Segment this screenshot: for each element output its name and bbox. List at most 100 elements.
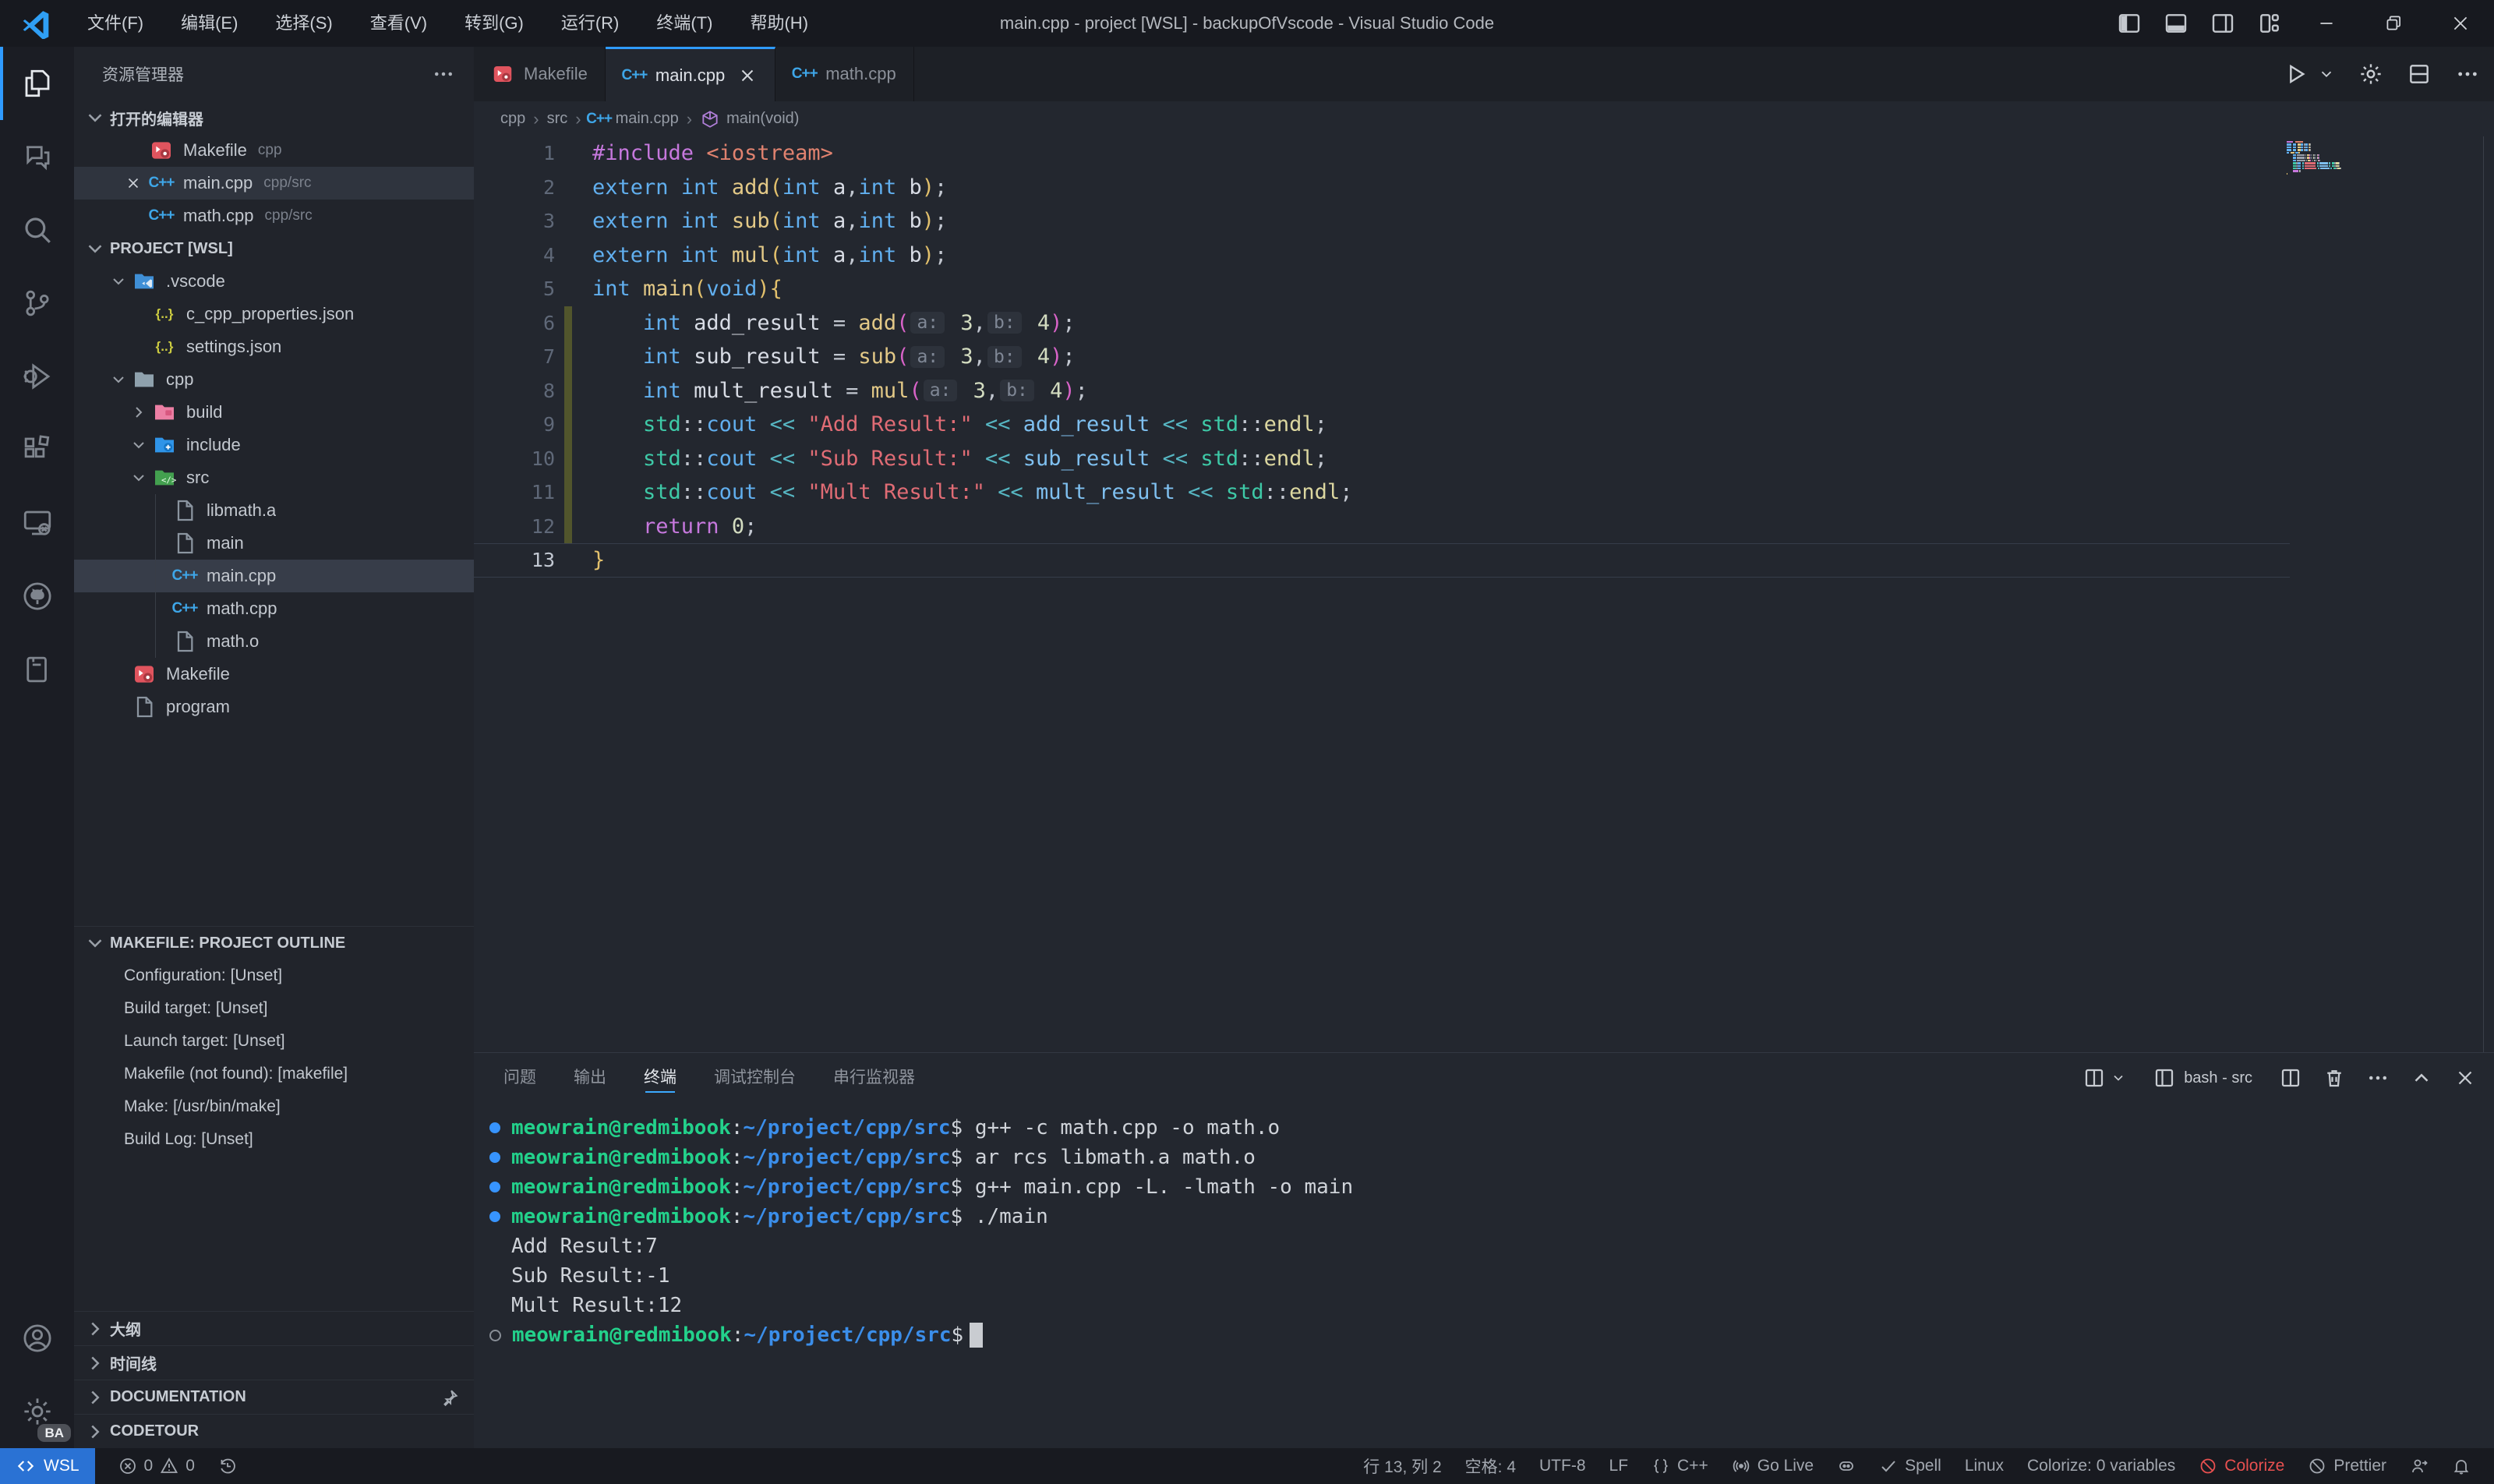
terminal-tab-icon[interactable]	[2153, 1066, 2176, 1090]
tree-item-main.cpp[interactable]: C++main.cpp	[74, 560, 474, 592]
menu-item-H[interactable]: 帮助(H)	[731, 0, 827, 47]
panel-more-actions-icon[interactable]	[2366, 1066, 2390, 1090]
toggle-panel-icon[interactable]	[2164, 11, 2188, 36]
command-decoration-filled[interactable]	[489, 1182, 500, 1192]
code-editor[interactable]: 1#include <iostream>2extern int add(int …	[474, 136, 2494, 1052]
code-line[interactable]: 4extern int mul(int a,int b);	[474, 238, 2494, 273]
panel-tab-串行监视器[interactable]: 串行监视器	[833, 1053, 915, 1103]
minimize-button[interactable]	[2293, 0, 2360, 47]
close-tab-icon[interactable]	[737, 65, 758, 86]
activity-bar-remote-explorer[interactable]	[0, 486, 74, 560]
remote-indicator[interactable]: WSL	[0, 1448, 95, 1484]
breadcrumb-item[interactable]: cpp	[500, 110, 525, 128]
open-editor-item[interactable]: C++main.cppcpp/src	[74, 167, 474, 200]
status-feedback[interactable]	[2410, 1457, 2429, 1475]
tree-item-math.o[interactable]: math.o	[74, 625, 474, 658]
tree-item-build[interactable]: build	[74, 396, 474, 429]
tree-item-main[interactable]: main	[74, 527, 474, 560]
kill-terminal-icon[interactable]	[2323, 1066, 2346, 1090]
timeline-restore-indicator[interactable]	[218, 1457, 237, 1475]
panel-tab-输出[interactable]: 输出	[574, 1053, 606, 1103]
activity-bar-github[interactable]	[0, 560, 74, 633]
activity-bar-account[interactable]	[0, 1302, 74, 1375]
menu-item-E[interactable]: 编辑(E)	[162, 0, 256, 47]
tab-Makefile[interactable]: Makefile	[474, 47, 606, 101]
panel-tab-调试控制台[interactable]: 调试控制台	[714, 1053, 796, 1103]
tree-item-c_cpp_properties.json[interactable]: {..}c_cpp_properties.json	[74, 298, 474, 330]
code-line[interactable]: 3extern int sub(int a,int b);	[474, 204, 2494, 238]
restore-button[interactable]	[2360, 0, 2427, 47]
status-cursor-position[interactable]: 行 13, 列 2	[1363, 1454, 1441, 1478]
tree-item-.vscode[interactable]: .vscode	[74, 265, 474, 298]
tree-item-src[interactable]: </>src	[74, 461, 474, 494]
command-decoration-filled[interactable]	[489, 1211, 500, 1222]
toggle-secondary-sidebar-icon[interactable]	[2210, 11, 2235, 36]
tree-item-math.cpp[interactable]: C++math.cpp	[74, 592, 474, 625]
code-line[interactable]: 13}	[474, 543, 2494, 578]
code-line[interactable]: 9 std::cout << "Add Result:" << add_resu…	[474, 408, 2494, 442]
code-line[interactable]: 2extern int add(int a,int b);	[474, 171, 2494, 205]
status-encoding[interactable]: UTF-8	[1539, 1457, 1586, 1475]
close-editor-icon[interactable]	[118, 167, 149, 200]
tab-math.cpp[interactable]: C++math.cpp	[775, 47, 914, 101]
outline-item[interactable]: Build Log: [Unset]	[74, 1123, 474, 1156]
status-eol[interactable]: LF	[1609, 1457, 1629, 1475]
menu-item-S[interactable]: 选择(S)	[256, 0, 351, 47]
maximize-panel-icon[interactable]	[2410, 1066, 2433, 1090]
close-panel-icon[interactable]	[2453, 1066, 2477, 1090]
split-terminal-icon[interactable]	[2082, 1066, 2106, 1090]
activity-bar-settings[interactable]: BA	[0, 1375, 74, 1448]
tree-item-Makefile[interactable]: Makefile	[74, 658, 474, 691]
open-editor-item[interactable]: Makefilecpp	[74, 134, 474, 167]
activity-bar-explorer[interactable]	[0, 47, 74, 120]
breadcrumb-item[interactable]: main(void)	[726, 110, 799, 128]
code-line[interactable]: 1#include <iostream>	[474, 136, 2494, 171]
code-line[interactable]: 12 return 0;	[474, 510, 2494, 544]
menu-item-T[interactable]: 终端(T)	[638, 0, 731, 47]
pin-icon[interactable]	[440, 1387, 460, 1408]
tab-main.cpp[interactable]: C++main.cpp	[606, 47, 775, 101]
command-decoration-hollow[interactable]	[489, 1330, 501, 1341]
split-pane-icon[interactable]	[2279, 1066, 2302, 1090]
panel-tab-终端[interactable]: 终端	[644, 1053, 676, 1103]
status-spell[interactable]: Spell	[1879, 1457, 1941, 1475]
command-decoration-filled[interactable]	[489, 1122, 500, 1133]
activity-bar-search[interactable]	[0, 193, 74, 267]
open-editors-section-header[interactable]: 打开的编辑器	[74, 101, 474, 134]
sidebar-section-[interactable]: 时间线	[74, 1345, 474, 1380]
problems-indicator[interactable]: 0 0	[118, 1457, 195, 1475]
toggle-primary-sidebar-icon[interactable]	[2117, 11, 2142, 36]
terminal[interactable]: meowrain@redmibook:~/project/cpp/src$ g+…	[486, 1113, 2478, 1448]
run-dropdown-chevron-icon[interactable]	[2318, 65, 2335, 83]
tree-item-program[interactable]: program	[74, 691, 474, 723]
code-line[interactable]: 8 int mult_result = mul(a: 3,b: 4);	[474, 374, 2494, 408]
status-go-live[interactable]: Go Live	[1732, 1457, 1814, 1475]
breadcrumb-item[interactable]: main.cpp	[616, 110, 679, 128]
outline-item[interactable]: Launch target: [Unset]	[74, 1025, 474, 1058]
status-linux[interactable]: Linux	[1965, 1457, 2004, 1475]
status-indentation[interactable]: 空格: 4	[1465, 1454, 1516, 1478]
activity-bar-run-debug[interactable]	[0, 340, 74, 413]
status-colorize[interactable]: Colorize	[2199, 1457, 2284, 1475]
code-line[interactable]: 10 std::cout << "Sub Result:" << sub_res…	[474, 442, 2494, 476]
code-line[interactable]: 11 std::cout << "Mult Result:" << mult_r…	[474, 475, 2494, 510]
activity-bar-notebook[interactable]	[0, 633, 74, 706]
status-copilot[interactable]	[1837, 1457, 1856, 1475]
split-editor-icon[interactable]	[2407, 62, 2432, 87]
customize-layout-icon[interactable]	[2257, 11, 2282, 36]
explorer-more-actions-icon[interactable]	[432, 62, 455, 86]
code-line[interactable]: 6 int add_result = add(a: 3,b: 4);	[474, 306, 2494, 341]
menu-item-R[interactable]: 运行(R)	[542, 0, 638, 47]
menu-item-G[interactable]: 转到(G)	[446, 0, 542, 47]
open-editor-item[interactable]: C++math.cppcpp/src	[74, 200, 474, 232]
tree-item-settings.json[interactable]: {..}settings.json	[74, 330, 474, 363]
activity-bar-source-control[interactable]	[0, 267, 74, 340]
outline-item[interactable]: Make: [/usr/bin/make]	[74, 1090, 474, 1123]
menu-item-V[interactable]: 查看(V)	[351, 0, 446, 47]
outline-item[interactable]: Build target: [Unset]	[74, 992, 474, 1025]
run-button[interactable]	[2284, 62, 2309, 87]
sidebar-section-[interactable]: 大纲	[74, 1311, 474, 1345]
terminal-tab-label[interactable]: bash - src	[2184, 1069, 2252, 1087]
project-section-header[interactable]: PROJECT [WSL]	[74, 232, 474, 265]
activity-bar-chat[interactable]	[0, 120, 74, 193]
